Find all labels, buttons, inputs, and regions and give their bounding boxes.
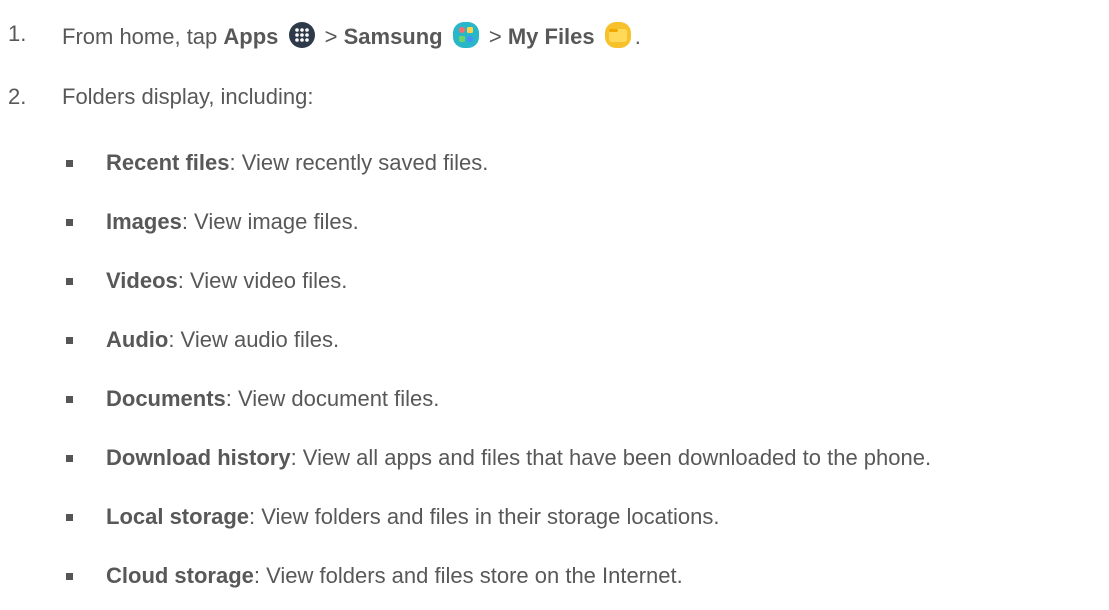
item-term: Download history	[106, 445, 291, 470]
my-files-label: My Files	[507, 24, 595, 49]
apps-grid-icon	[288, 21, 316, 49]
item-desc: : View video files.	[177, 268, 348, 293]
step-number: 1.	[8, 21, 27, 46]
item-desc: : View folders and files in their storag…	[249, 504, 720, 529]
item-term: Cloud storage	[106, 563, 254, 588]
samsung-folder-icon	[452, 21, 480, 49]
item-desc: : View recently saved files.	[229, 150, 489, 175]
bullet	[66, 160, 73, 167]
samsung-label: Samsung	[343, 24, 443, 49]
bullet	[66, 396, 73, 403]
item-term: Audio	[106, 327, 169, 352]
item-desc: : View image files.	[181, 209, 359, 234]
item-desc: : View all apps and files that have been…	[290, 445, 932, 470]
item-desc: : View audio files.	[168, 327, 340, 352]
my-files-folder-icon	[604, 21, 632, 49]
bullet	[66, 219, 73, 226]
item-term: Recent files	[106, 150, 230, 175]
item-term: Local storage	[106, 504, 250, 529]
apps-label: Apps	[223, 24, 279, 49]
item-desc: : View document files.	[225, 386, 440, 411]
bullet	[66, 514, 73, 521]
bullet	[66, 278, 73, 285]
bullet	[66, 573, 73, 580]
item-desc: : View folders and files store on the In…	[253, 563, 683, 588]
item-term: Documents	[106, 386, 226, 411]
item-term: Videos	[106, 268, 178, 293]
bullet	[66, 337, 73, 344]
step-text: Folders display, including:	[62, 84, 314, 109]
bullet	[66, 455, 73, 462]
step-text: From home, tap Apps > Samsung > My Files	[62, 21, 641, 50]
item-term: Images	[106, 209, 182, 234]
step-number: 2.	[8, 84, 27, 109]
